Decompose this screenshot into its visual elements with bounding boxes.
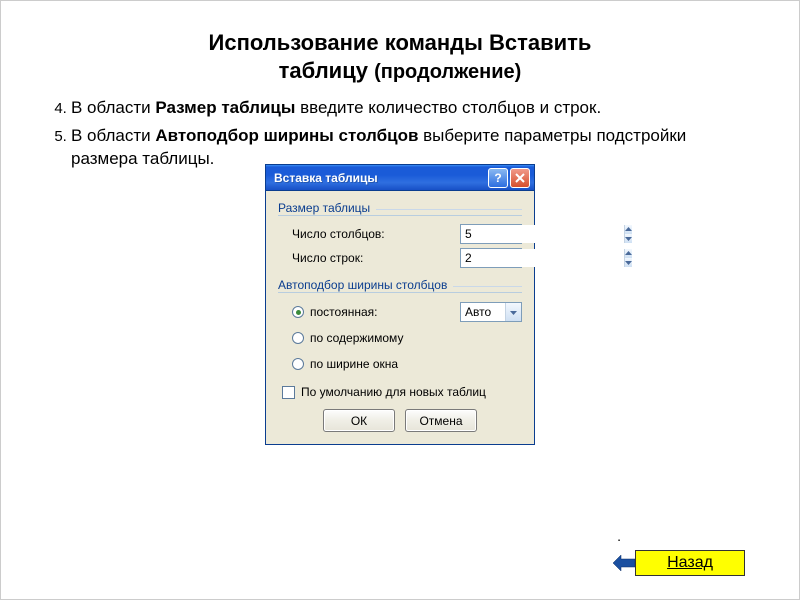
default-checkbox[interactable] (282, 386, 295, 399)
cols-spinner[interactable] (460, 224, 522, 244)
fixed-width-select[interactable]: Авто (460, 302, 522, 322)
close-button[interactable] (510, 168, 530, 188)
back-button[interactable]: Назад (635, 550, 745, 576)
cols-input[interactable] (461, 225, 624, 243)
radio-content[interactable] (292, 332, 304, 344)
help-button[interactable]: ? (488, 168, 508, 188)
decorative-dot: . (617, 528, 621, 544)
dialog-title: Вставка таблицы (274, 171, 486, 185)
radio-window[interactable] (292, 358, 304, 370)
chevron-down-icon (625, 260, 632, 265)
rows-label: Число строк: (292, 251, 454, 265)
text: В области (71, 98, 155, 117)
chevron-up-icon (625, 227, 632, 232)
slide-title: Использование команды Вставить таблицу (… (1, 1, 799, 93)
select-value: Авто (461, 305, 505, 319)
radio-content-label: по содержимому (310, 331, 522, 345)
title-line1: Использование команды Вставить (209, 30, 592, 55)
list-item: В области Размер таблицы введите количес… (71, 97, 749, 120)
rows-spinner[interactable] (460, 248, 522, 268)
titlebar[interactable]: Вставка таблицы ? (266, 165, 534, 191)
spinner-up-button[interactable] (625, 225, 632, 234)
spinner-down-button[interactable] (625, 258, 632, 267)
ok-button[interactable]: ОК (323, 409, 395, 432)
select-dropdown-button[interactable] (505, 303, 521, 321)
chevron-up-icon (625, 251, 632, 256)
back-arrow-icon (613, 555, 635, 571)
radio-fixed[interactable] (292, 306, 304, 318)
text: В области (71, 126, 155, 145)
group-table-size: Размер таблицы Число столбцов: Число стр… (278, 201, 522, 268)
rows-input[interactable] (461, 249, 624, 267)
radio-fixed-label: постоянная: (310, 305, 454, 319)
title-suffix: (продолжение) (374, 61, 521, 83)
cols-label: Число столбцов: (292, 227, 454, 241)
instruction-list: В области Размер таблицы введите количес… (1, 93, 799, 172)
text-bold: Размер таблицы (155, 98, 295, 117)
close-icon (515, 173, 525, 183)
title-line2: таблицу (279, 58, 368, 83)
text-bold: Автоподбор ширины столбцов (155, 126, 418, 145)
insert-table-dialog: Вставка таблицы ? Размер таблицы Число с… (265, 164, 535, 445)
group-title: Автоподбор ширины столбцов (278, 278, 447, 292)
back-label: Назад (667, 554, 713, 572)
button-label: Отмена (419, 414, 462, 428)
chevron-down-icon (510, 310, 517, 315)
chevron-down-icon (625, 236, 632, 241)
default-checkbox-label: По умолчанию для новых таблиц (301, 385, 486, 399)
text: введите количество столбцов и строк. (295, 98, 601, 117)
button-label: ОК (351, 414, 367, 428)
spinner-down-button[interactable] (625, 234, 632, 243)
radio-window-label: по ширине окна (310, 357, 522, 371)
cancel-button[interactable]: Отмена (405, 409, 477, 432)
group-autofit: Автоподбор ширины столбцов постоянная: А… (278, 278, 522, 375)
group-title: Размер таблицы (278, 201, 370, 215)
spinner-up-button[interactable] (625, 249, 632, 258)
